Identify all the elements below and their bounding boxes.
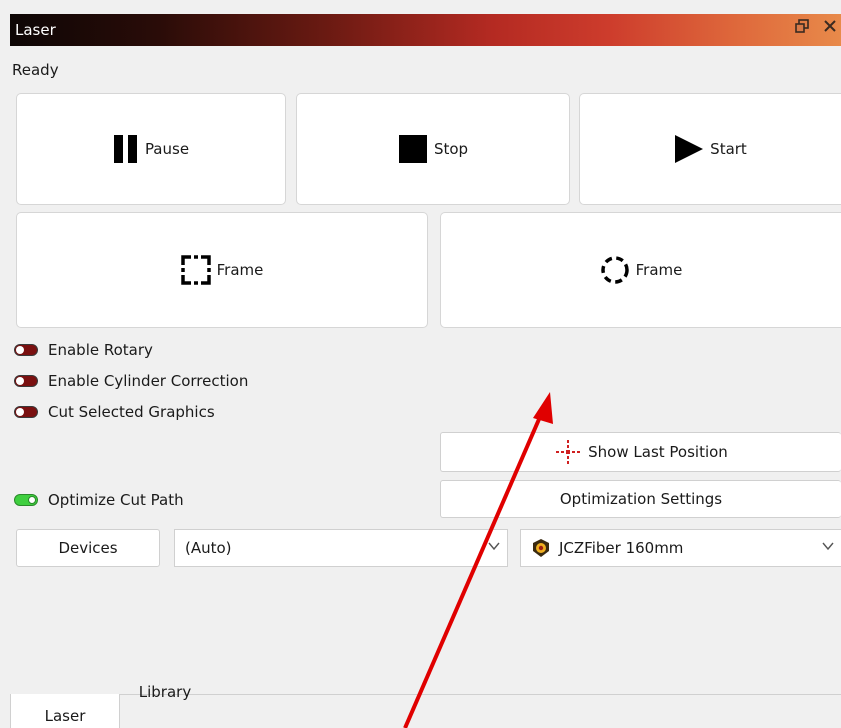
frame-rectangle-button[interactable]: Frame [16,212,428,328]
enable-rotary-toggle-row[interactable]: Enable Rotary [14,341,153,359]
pause-icon [113,134,139,164]
chevron-down-icon [487,539,501,557]
cut-selected-graphics-label: Cut Selected Graphics [48,403,215,421]
panel-title: Laser [15,21,56,39]
devices-button[interactable]: Devices [16,529,160,567]
tab-library-label: Library [138,683,192,701]
window-controls [795,19,837,37]
frame-rectangle-icon [180,255,211,285]
port-select-value: (Auto) [185,539,232,557]
optimization-settings-label: Optimization Settings [559,490,723,508]
pause-button[interactable]: Pause [16,93,286,205]
stop-button[interactable]: Stop [296,93,570,205]
show-last-position-button[interactable]: Show Last Position [440,432,841,472]
cut-selected-graphics-toggle[interactable] [14,406,38,418]
pause-label: Pause [144,140,190,158]
show-last-position-label: Show Last Position [588,443,728,461]
chevron-down-icon [821,539,835,557]
close-icon[interactable] [823,19,837,37]
cut-selected-graphics-toggle-row[interactable]: Cut Selected Graphics [14,403,215,421]
optimize-cut-path-toggle-row[interactable]: Optimize Cut Path [14,491,184,509]
optimize-cut-path-label: Optimize Cut Path [48,491,184,509]
enable-rotary-label: Enable Rotary [48,341,153,359]
frame-circle-button[interactable]: Frame [440,212,841,328]
laser-panel: Laser Ready Pause Stop Start Frame Frame… [0,0,841,728]
tab-laser[interactable]: Laser [10,694,120,728]
port-select[interactable]: (Auto) [174,529,508,567]
crosshair-icon [554,438,582,466]
tab-laser-label: Laser [44,707,86,725]
float-window-icon[interactable] [795,19,809,37]
start-label: Start [710,140,747,158]
enable-cylinder-correction-label: Enable Cylinder Correction [48,372,249,390]
frame-circle-label: Frame [635,261,683,279]
tab-library[interactable]: Library [120,683,210,718]
frame-circle-icon [600,255,630,285]
devices-label: Devices [58,539,118,557]
device-select[interactable]: JCZFiber 160mm [520,529,841,567]
status-text: Ready [12,61,59,79]
optimization-settings-button[interactable]: Optimization Settings [440,480,841,518]
enable-cylinder-correction-toggle-row[interactable]: Enable Cylinder Correction [14,372,248,390]
laser-device-icon [531,538,551,558]
panel-tabs: Laser Library [10,683,841,728]
device-select-value: JCZFiber 160mm [559,539,684,557]
panel-titlebar[interactable]: Laser [10,14,841,46]
stop-label: Stop [433,140,469,158]
enable-rotary-toggle[interactable] [14,344,38,356]
stop-icon [398,134,428,164]
play-icon [674,134,704,164]
enable-cylinder-correction-toggle[interactable] [14,375,38,387]
frame-rectangle-label: Frame [216,261,264,279]
optimize-cut-path-toggle[interactable] [14,494,38,506]
start-button[interactable]: Start [579,93,841,205]
